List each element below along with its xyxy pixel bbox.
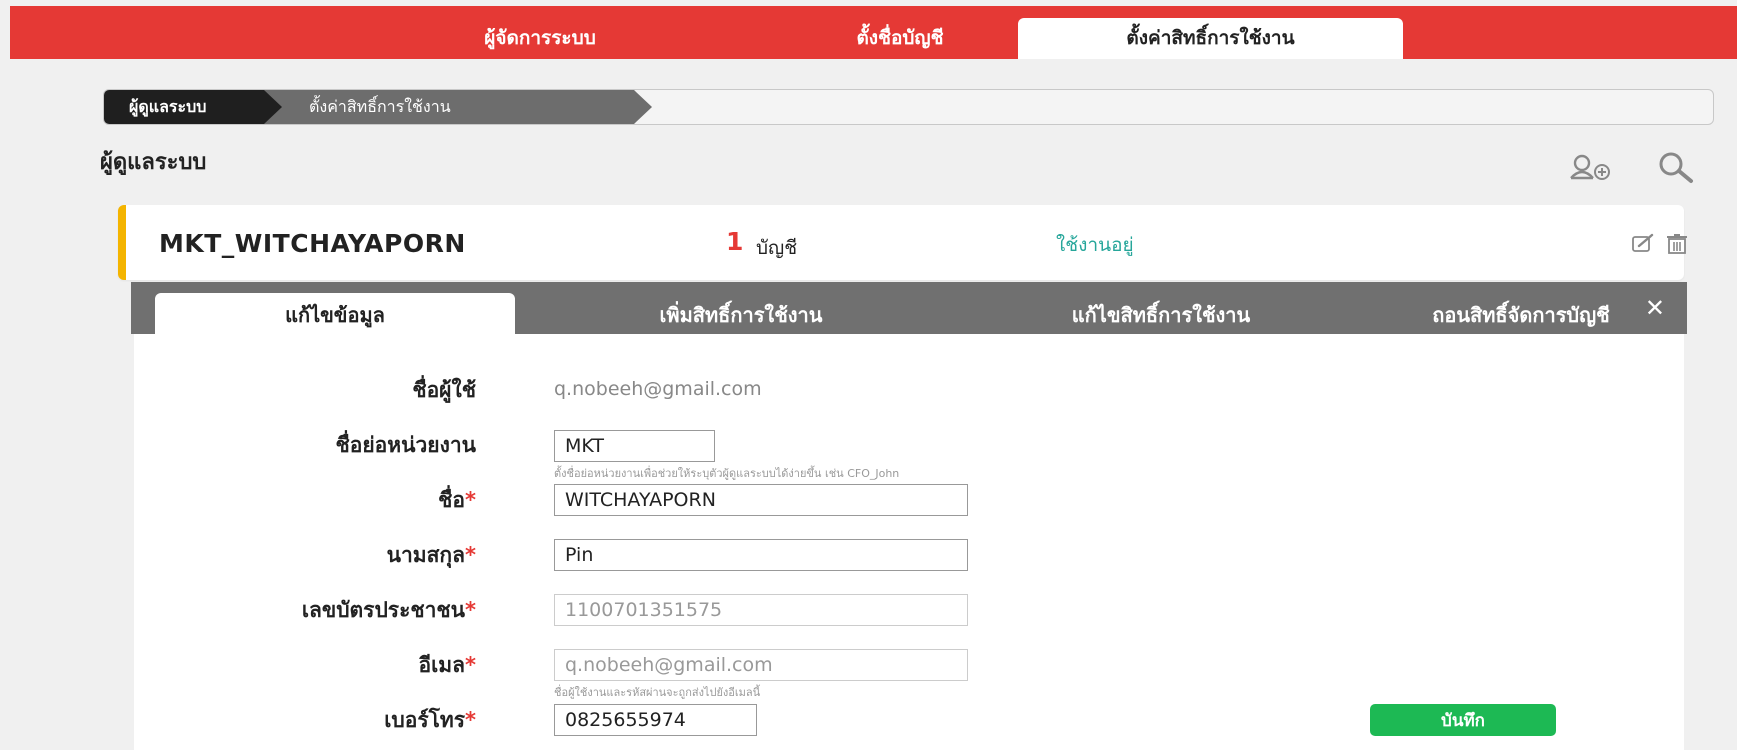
account-count: 1: [726, 227, 744, 256]
add-user-icon[interactable]: [1568, 152, 1614, 182]
phone-label-text: เบอร์โทร: [384, 708, 466, 732]
breadcrumb-item-admin[interactable]: ผู้ดูแลระบบ: [104, 90, 264, 124]
tab-edit-permission[interactable]: แก้ไขสิทธิ์การใช้งาน: [961, 293, 1361, 334]
username-label: ชื่อผู้ใช้: [412, 374, 476, 407]
edit-icon[interactable]: [1631, 233, 1655, 253]
unit-abbr-input[interactable]: [554, 430, 715, 462]
user-name: MKT_WITCHAYAPORN: [159, 229, 466, 258]
required-mark: *: [465, 708, 476, 732]
username-value: q.nobeeh@gmail.com: [554, 378, 762, 400]
account-count-label: บัญชี: [756, 237, 798, 259]
unit-label-text: ชื่อย่อหน่วยงาน: [335, 433, 476, 457]
phone-input[interactable]: [554, 704, 757, 736]
panel-tab-bar: แก้ไขข้อมูล เพิ่มสิทธิ์การใช้งาน แก้ไขสิ…: [131, 282, 1687, 334]
top-tab-permission-settings[interactable]: ตั้งค่าสิทธิ์การใช้งาน: [1018, 18, 1403, 59]
first-name-label-text: ชื่อ: [438, 488, 466, 512]
tab-edit-info[interactable]: แก้ไขข้อมูล: [155, 293, 515, 334]
top-tab-account-naming[interactable]: ตั้งชื่อบัญชี: [770, 18, 1030, 59]
breadcrumb-item-permission-settings[interactable]: ตั้งค่าสิทธิ์การใช้งาน: [264, 90, 634, 124]
search-icon[interactable]: [1656, 150, 1696, 184]
user-card[interactable]: MKT_WITCHAYAPORN 1 บัญชี ใช้งานอยู่: [118, 205, 1687, 280]
unit-hint: ตั้งชื่อย่อหน่วยงานเพื่อช่วยให้ระบุตัวผู…: [554, 467, 900, 480]
required-mark: *: [465, 598, 476, 622]
top-nav-bar: ผู้จัดการระบบ ตั้งชื่อบัญชี ตั้งค่าสิทธิ…: [10, 6, 1737, 59]
email-input[interactable]: [554, 649, 968, 681]
last-name-input[interactable]: [554, 539, 968, 571]
first-name-label: ชื่อ*: [438, 484, 476, 517]
status-badge: ใช้งานอยู่: [1056, 234, 1134, 256]
id-number-label: เลขบัตรประชาชน*: [302, 594, 476, 627]
top-tab-system-manager[interactable]: ผู้จัดการระบบ: [410, 18, 670, 59]
edit-info-form: ชื่อผู้ใช้ q.nobeeh@gmail.com ชื่อย่อหน่…: [134, 334, 1684, 750]
username-label-text: ชื่อผู้ใช้: [412, 378, 476, 402]
id-number-input[interactable]: [554, 594, 968, 626]
last-name-label-text: นามสกุล: [386, 543, 466, 567]
page-title: ผู้ดูแลระบบ: [100, 150, 207, 175]
email-label: อีเมล*: [419, 649, 477, 682]
required-mark: *: [465, 488, 476, 512]
breadcrumb-arrow: [634, 90, 652, 124]
first-name-input[interactable]: [554, 484, 968, 516]
id-number-label-text: เลขบัตรประชาชน: [301, 598, 466, 622]
breadcrumb: ตั้งค่าสิทธิ์การใช้งาน ผู้ดูแลระบบ: [103, 89, 1714, 125]
save-button[interactable]: บันทึก: [1370, 704, 1556, 736]
required-mark: *: [465, 653, 476, 677]
unit-label: ชื่อย่อหน่วยงาน: [336, 429, 476, 462]
email-hint: ชื่อผู้ใช้งานและรหัสผ่านจะถูกส่งไปยังอีเ…: [554, 686, 761, 699]
close-icon[interactable]: ✕: [1645, 294, 1665, 322]
breadcrumb-arrow: [264, 90, 282, 124]
phone-label: เบอร์โทร*: [384, 704, 476, 737]
trash-icon[interactable]: [1666, 234, 1688, 254]
required-mark: *: [465, 543, 476, 567]
tab-add-permission[interactable]: เพิ่มสิทธิ์การใช้งาน: [551, 293, 931, 334]
email-label-text: อีเมล: [418, 653, 466, 677]
last-name-label: นามสกุล*: [387, 539, 476, 572]
